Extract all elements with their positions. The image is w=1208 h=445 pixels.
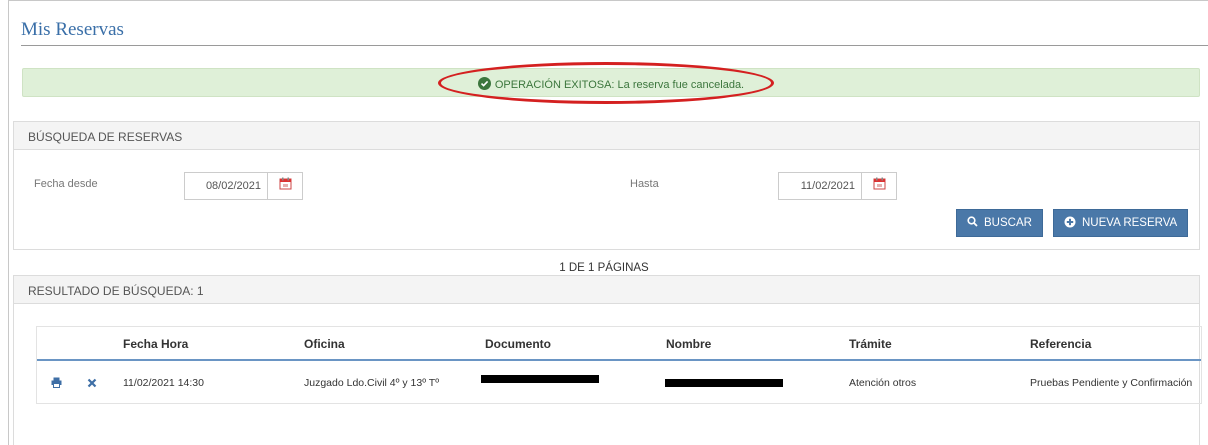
calendar-icon xyxy=(279,177,292,195)
plus-circle-icon xyxy=(1064,216,1082,231)
date-to-group xyxy=(778,172,897,200)
pagination-info: 1 DE 1 PÁGINAS xyxy=(559,262,649,274)
calendar-button-from[interactable] xyxy=(267,172,303,200)
date-from-label: Fecha desde xyxy=(34,178,98,190)
search-button[interactable]: BUSCAR xyxy=(956,209,1043,237)
calendar-icon xyxy=(873,177,886,195)
date-from-group xyxy=(184,172,303,200)
annotation-oval xyxy=(438,62,774,104)
cell-referencia: Pruebas Pendiente y Confirmación xyxy=(1030,377,1193,389)
new-reservation-button[interactable]: NUEVA RESERVA xyxy=(1053,209,1189,237)
date-to-label: Hasta xyxy=(630,178,659,190)
search-panel: BÚSQUEDA DE RESERVAS Fecha desde Hasta B… xyxy=(13,121,1200,250)
column-header: Oficina xyxy=(304,337,345,351)
column-header: Documento xyxy=(485,337,551,351)
results-table: Fecha Hora Oficina Documento Nombre Trám… xyxy=(36,326,1202,404)
search-panel-title: BÚSQUEDA DE RESERVAS xyxy=(14,122,1199,150)
cell-fecha-hora: 11/02/2021 14:30 xyxy=(123,377,204,389)
column-header: Nombre xyxy=(666,337,712,351)
cell-oficina: Juzgado Ldo.Civil 4º y 13º Tº xyxy=(304,377,440,389)
column-header: Referencia xyxy=(1030,337,1092,351)
cell-tramite: Atención otros xyxy=(849,377,917,389)
print-icon[interactable] xyxy=(51,375,62,393)
page-title: Mis Reservas xyxy=(21,19,124,40)
redacted-nombre xyxy=(665,379,783,387)
table-row: 11/02/2021 14:30 Juzgado Ldo.Civil 4º y … xyxy=(37,361,1201,403)
column-header: Fecha Hora xyxy=(123,337,189,351)
column-header: Trámite xyxy=(849,337,892,351)
date-from-input[interactable] xyxy=(184,172,267,200)
search-icon xyxy=(967,216,984,230)
calendar-button-to[interactable] xyxy=(861,172,897,200)
results-panel: RESULTADO DE BÚSQUEDA: 1 Fecha Hora Ofic… xyxy=(13,275,1202,445)
table-header: Fecha Hora Oficina Documento Nombre Trám… xyxy=(37,327,1201,361)
date-to-input[interactable] xyxy=(778,172,861,200)
close-icon[interactable] xyxy=(87,375,97,393)
results-panel-title: RESULTADO DE BÚSQUEDA: 1 xyxy=(14,276,1199,304)
redacted-documento xyxy=(481,375,599,383)
title-divider xyxy=(21,45,1208,46)
